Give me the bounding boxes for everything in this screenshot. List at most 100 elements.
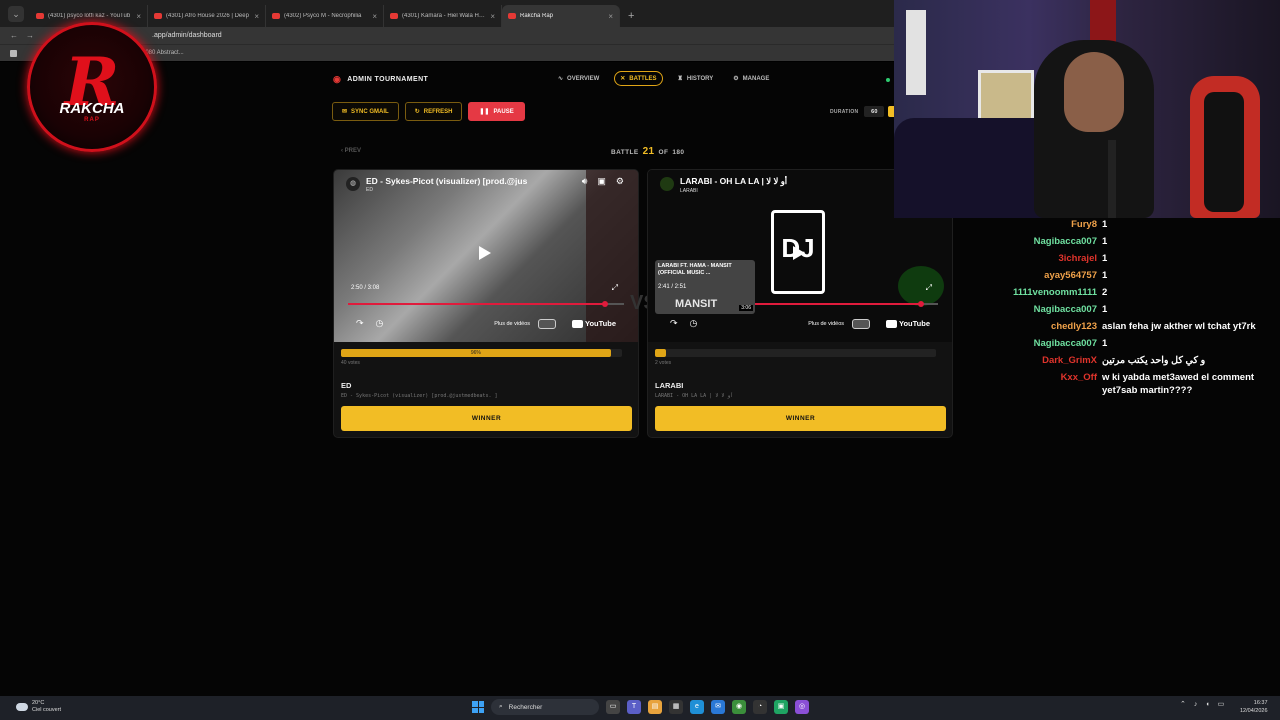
video-title[interactable]: LARABI - OH LA LA | أو لا لا — [680, 176, 860, 187]
video-player[interactable]: ◍ ED - Sykes-Picot (visualizer) [prod.@j… — [334, 170, 638, 342]
nav-overview[interactable]: ∿ OVERVIEW — [553, 71, 604, 86]
contender-subtitle: LARABI - OH LA LA | أو لا لا — [655, 393, 734, 399]
video-title[interactable]: ED - Sykes-Picot (visualizer) [prod.@jus — [366, 176, 546, 186]
close-tab-icon[interactable]: × — [490, 12, 495, 21]
chat-message: Fury8 1 — [970, 218, 1280, 231]
prev-battle-button[interactable]: ‹ PREV — [341, 148, 361, 154]
more-videos-label[interactable]: Plus de vidéos — [494, 321, 530, 327]
browser-tab[interactable]: (4301) Kamara - Hiel Wala Hrae × — [384, 5, 502, 27]
url-field[interactable]: .app/admin/dashboard — [152, 32, 222, 39]
chat-message: Dark_GrimX و كي كل واحد يكتب مرتين — [970, 354, 1280, 367]
task-view-icon[interactable]: ▭ — [606, 700, 620, 714]
artist-silhouette-image — [898, 266, 944, 306]
youtube-logo[interactable]: YouTube — [886, 319, 930, 328]
video-controls-bottom: ↷ ◷ Plus de vidéos YouTube — [356, 318, 616, 329]
youtube-logo[interactable]: YouTube — [572, 319, 616, 328]
share-icon[interactable]: ↷ — [356, 318, 364, 329]
fullscreen-icon[interactable]: ⤢ — [926, 283, 932, 293]
app-icon[interactable]: ▣ — [774, 700, 788, 714]
browser-tab[interactable]: (4302) Psyco M - Necrophilia × — [266, 5, 384, 27]
duration-control: DURATION 60 — [830, 106, 899, 117]
brand-title: ADMIN TOURNAMENT — [347, 76, 429, 83]
video-progress-knob[interactable] — [601, 301, 608, 307]
battle-total: 180 — [672, 149, 685, 156]
nav-battles[interactable]: ✕ BATTLES — [614, 71, 663, 86]
watch-later-icon[interactable]: ◷ — [690, 318, 698, 329]
more-videos-thumbnail[interactable] — [852, 318, 871, 329]
volume-icon[interactable]: ◖ — [1205, 701, 1209, 708]
taskbar-apps: ⌕ Rechercher ▭ T ▤ ▦ e ✉ ◉ ◔ ▣ ◎ — [472, 699, 809, 715]
video-progress-bar[interactable] — [348, 301, 624, 307]
chevron-up-icon[interactable]: ⌃ — [1180, 700, 1186, 708]
chat-text: 1 — [1102, 338, 1108, 349]
browser-tab-active[interactable]: Rakcha Rap × — [502, 5, 620, 27]
more-videos-label[interactable]: Plus de vidéos — [808, 321, 844, 327]
video-controls-bottom: ↷ ◷ Plus de vidéos YouTube — [670, 318, 930, 329]
channel-avatar[interactable] — [660, 177, 674, 191]
pause-button[interactable]: ❚❚ PAUSE — [468, 102, 525, 121]
apps-icon[interactable] — [10, 49, 17, 57]
taskbar-search[interactable]: ⌕ Rechercher — [491, 699, 599, 715]
windows-start-icon[interactable] — [472, 701, 484, 713]
network-icon[interactable]: ▭ — [1218, 700, 1225, 708]
vote-bar — [655, 349, 936, 357]
more-videos-thumbnail[interactable] — [538, 318, 557, 329]
channel-avatar[interactable]: ◍ — [346, 177, 360, 191]
chat-user: 1111venoomm1111 — [1013, 287, 1097, 298]
chat-message: ayay564757 1 — [970, 269, 1280, 282]
live-chat: Fury8 1 Nagibacca007 1 3ichrajel 1 ayay5647… — [970, 218, 1280, 401]
recommended-video-card[interactable]: LARABI FT. HAMA - MANSIT (OFFICIAL MUSIC… — [655, 260, 755, 314]
chat-message: Nagibacca007 1 — [970, 235, 1280, 248]
play-icon[interactable] — [479, 246, 491, 260]
vote-count: 2 votes — [655, 360, 672, 366]
chat-user: Nagibacca007 — [1033, 338, 1097, 349]
video-channel: LARABI — [680, 188, 698, 194]
file-explorer-icon[interactable]: ▤ — [648, 700, 662, 714]
obs-icon[interactable]: ◎ — [795, 700, 809, 714]
fullscreen-icon[interactable]: ⤢ — [612, 283, 618, 293]
weather-widget[interactable]: 20°C Ciel couvert — [16, 700, 61, 714]
volume-icon[interactable]: 🔊︎ — [582, 176, 588, 187]
close-tab-icon[interactable]: × — [254, 12, 259, 21]
battle-counter: BATTLE 21 OF 180 — [611, 146, 685, 157]
nav-history[interactable]: ♜ HISTORY — [673, 71, 719, 86]
mail-app-icon[interactable]: ✉ — [711, 700, 725, 714]
settings-icon[interactable]: ⚙ — [616, 176, 624, 187]
chat-user: ayay564757 — [1044, 270, 1097, 281]
close-tab-icon[interactable]: × — [136, 12, 141, 21]
captions-icon[interactable]: ▣ — [597, 176, 606, 187]
close-tab-icon[interactable]: × — [372, 12, 377, 21]
microphone-image — [1108, 140, 1116, 218]
refresh-button[interactable]: ↻ REFRESH — [404, 102, 463, 121]
winner-button[interactable]: WINNER — [341, 406, 632, 431]
teams-icon[interactable]: T — [627, 700, 641, 714]
youtube-favicon-icon — [272, 13, 280, 19]
nav-manage[interactable]: ⚙ MANAGE — [728, 71, 774, 86]
tab-search-icon[interactable]: ⌄ — [8, 6, 24, 22]
screen: ⌄ (4301) psyco lotfi kaz - YouTub × (4301… — [0, 0, 1280, 720]
duration-input[interactable]: 60 — [864, 106, 885, 117]
close-tab-icon[interactable]: × — [608, 12, 613, 21]
chat-text: 2 — [1102, 287, 1108, 298]
play-icon[interactable] — [793, 246, 805, 260]
speed-icon[interactable]: ◔ — [753, 700, 767, 714]
chat-message: 3ichrajel 1 — [970, 252, 1280, 265]
logo-wordmark: RAKCHA — [59, 99, 125, 117]
microphone-icon[interactable]: ♪ — [1194, 701, 1198, 708]
video-time: 2:50 / 3:08 — [351, 285, 380, 291]
taskbar-clock[interactable]: 16:37 12/04/2026 — [1240, 699, 1268, 715]
forward-icon[interactable]: → — [26, 31, 36, 40]
new-tab-icon[interactable]: + — [628, 10, 634, 22]
video-progress-knob[interactable] — [918, 301, 925, 307]
winner-button[interactable]: WINNER — [655, 406, 946, 431]
browser-tab[interactable]: (4301) Afro House 2026 | Deep × — [148, 5, 266, 27]
gaming-chair-back-image — [1204, 92, 1244, 212]
share-icon[interactable]: ↷ — [670, 318, 678, 329]
back-icon[interactable]: ← — [10, 31, 20, 40]
store-icon[interactable]: ▦ — [669, 700, 683, 714]
sync-gmail-button[interactable]: ✉ SYNC GMAIL — [332, 102, 399, 121]
edge-icon[interactable]: e — [690, 700, 704, 714]
gear-icon: ⚙ — [733, 76, 739, 82]
watch-later-icon[interactable]: ◷ — [376, 318, 384, 329]
chrome-icon[interactable]: ◉ — [732, 700, 746, 714]
